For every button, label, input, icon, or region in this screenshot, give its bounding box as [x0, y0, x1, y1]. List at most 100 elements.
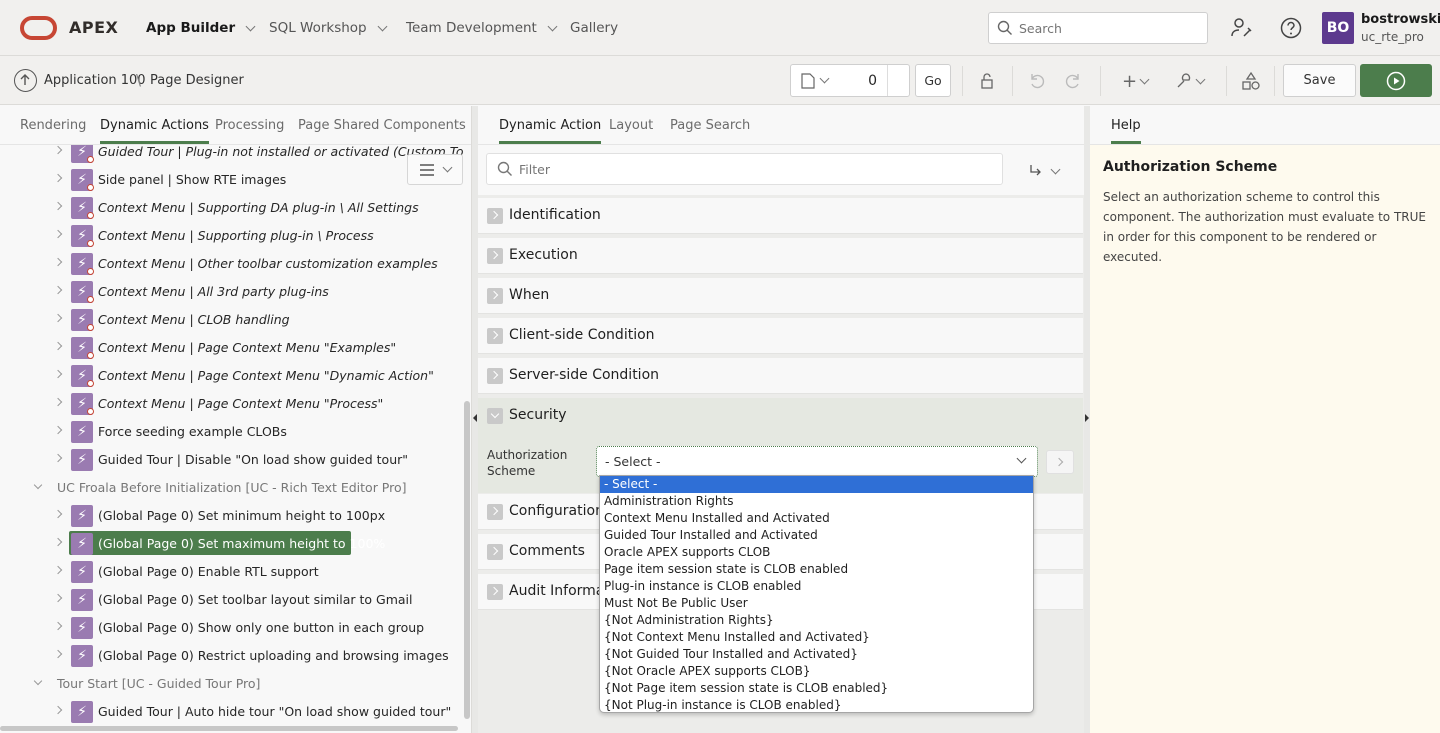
tab-dynamic-action[interactable]: Dynamic Action [499, 118, 602, 144]
authorization-scheme-select[interactable]: - Select - [596, 446, 1038, 477]
tree-item[interactable]: ⚡ (Global Page 0) Restrict uploading and … [0, 642, 464, 670]
section-client-side-condition[interactable]: Client-side Condition [478, 318, 1083, 354]
option-not-page-item-clob-enabled[interactable]: {Not Page item session state is CLOB ena… [600, 680, 1033, 697]
chevron-down-icon[interactable] [33, 480, 43, 490]
global-search[interactable] [988, 12, 1208, 44]
tree-item[interactable]: ⚡ (Global Page 0) Set toolbar layout simi… [0, 586, 464, 614]
option-page-item-clob-enabled[interactable]: Page item session state is CLOB enabled [600, 561, 1033, 578]
tree-item[interactable]: ⚡ (Global Page 0) Set minimum height to 1… [0, 502, 464, 530]
filter-field[interactable] [486, 153, 1003, 185]
tree-group[interactable]: Tour Start [UC - Guided Tour Pro] [0, 670, 464, 698]
utilities-menu-button[interactable] [1172, 68, 1206, 94]
chevron-right-icon[interactable] [53, 509, 63, 519]
option-not-administration-rights[interactable]: {Not Administration Rights} [600, 612, 1033, 629]
chevron-right-icon[interactable] [53, 705, 63, 715]
help-icon[interactable] [1279, 16, 1303, 40]
nav-app-builder[interactable]: App Builder [146, 20, 256, 36]
tree-item[interactable]: ⚡ Context Menu | Other toolbar customizat… [0, 250, 464, 278]
undo-icon[interactable] [1024, 68, 1050, 94]
chevron-right-icon[interactable] [53, 201, 63, 211]
option-plugin-clob-enabled[interactable]: Plug-in instance is CLOB enabled [600, 578, 1033, 595]
tab-processing[interactable]: Processing [215, 118, 284, 133]
arrow-up-icon[interactable] [14, 69, 37, 92]
option-select[interactable]: - Select - [600, 476, 1033, 493]
breadcrumb-application[interactable]: Application 100 [44, 73, 146, 88]
nav-sql-workshop[interactable]: SQL Workshop [269, 20, 388, 36]
tree-item[interactable]: ⚡ Force seeding example CLOBs [0, 418, 464, 446]
tree-item-selected[interactable]: ⚡ (Global Page 0) Set maximum height to 1… [0, 530, 464, 558]
option-not-context-menu-installed[interactable]: {Not Context Menu Installed and Activate… [600, 629, 1033, 646]
tab-dynamic-actions[interactable]: Dynamic Actions [100, 118, 209, 144]
chevron-right-icon[interactable] [53, 369, 63, 379]
tree-item[interactable]: ⚡ Context Menu | Supporting DA plug-in \ … [0, 194, 464, 222]
page-number-input[interactable]: 0 [868, 73, 877, 89]
chevron-right-icon[interactable] [53, 397, 63, 407]
option-guided-tour-installed[interactable]: Guided Tour Installed and Activated [600, 527, 1033, 544]
chevron-right-icon[interactable] [53, 285, 63, 295]
chevron-right-icon[interactable] [53, 621, 63, 631]
tab-help[interactable]: Help [1111, 118, 1141, 144]
oracle-logo-icon[interactable] [20, 16, 57, 40]
chevron-down-icon[interactable] [33, 676, 43, 686]
chevron-right-icon[interactable] [53, 453, 63, 463]
chevron-right-icon[interactable] [53, 341, 63, 351]
shared-components-icon[interactable] [1238, 68, 1264, 94]
run-page-button[interactable] [1360, 64, 1432, 97]
option-administration-rights[interactable]: Administration Rights [600, 493, 1033, 510]
section-identification[interactable]: Identification [478, 198, 1083, 234]
option-oracle-apex-supports-clob[interactable]: Oracle APEX supports CLOB [600, 544, 1033, 561]
chevron-right-icon[interactable] [53, 145, 63, 155]
chevron-right-icon[interactable] [53, 425, 63, 435]
tree-menu-button[interactable] [407, 154, 463, 185]
chevron-right-icon[interactable] [53, 593, 63, 603]
section-when[interactable]: When [478, 278, 1083, 314]
tab-rendering[interactable]: Rendering [20, 118, 86, 133]
option-not-oracle-apex-supports-clob[interactable]: {Not Oracle APEX supports CLOB} [600, 663, 1033, 680]
tree-item[interactable]: ⚡ Guided Tour | Disable "On load show gui… [0, 446, 464, 474]
go-to-group-button[interactable] [1028, 163, 1061, 179]
tree-item[interactable]: ⚡ Context Menu | CLOB handling [0, 306, 464, 334]
section-security[interactable]: Security [478, 398, 1083, 434]
tree-item[interactable]: ⚡ Context Menu | Supporting plug-in \ Pro… [0, 222, 464, 250]
tree-item[interactable]: ⚡ (Global Page 0) Enable RTL support [0, 558, 464, 586]
tree-group[interactable]: UC Froala Before Initialization [UC - Ri… [0, 474, 464, 502]
tree-item[interactable]: ⚡ Context Menu | All 3rd party plug-ins [0, 278, 464, 306]
chevron-right-icon[interactable] [53, 257, 63, 267]
chevron-right-icon[interactable] [53, 649, 63, 659]
save-button[interactable]: Save [1283, 64, 1356, 97]
chevron-right-icon[interactable] [53, 537, 63, 547]
option-not-guided-tour-installed[interactable]: {Not Guided Tour Installed and Activated… [600, 646, 1033, 663]
option-context-menu-installed[interactable]: Context Menu Installed and Activated [600, 510, 1033, 527]
chevron-right-icon[interactable] [53, 565, 63, 575]
page-number-stepper[interactable] [887, 65, 909, 96]
chevron-right-icon[interactable] [53, 313, 63, 323]
chevron-right-icon[interactable] [53, 229, 63, 239]
tree-item[interactable]: ⚡ Context Menu | Page Context Menu "Examp… [0, 334, 464, 362]
tree-item[interactable]: ⚡ (Global Page 0) Show only one button in… [0, 614, 464, 642]
lock-icon[interactable] [974, 68, 1000, 94]
go-to-authorization-scheme-button[interactable] [1046, 450, 1074, 474]
section-execution[interactable]: Execution [478, 238, 1083, 274]
brand-name[interactable]: APEX [69, 18, 118, 37]
tree-item[interactable]: ⚡ Context Menu | Page Context Menu "Proce… [0, 390, 464, 418]
collapse-left-icon[interactable] [473, 414, 477, 422]
option-not-plugin-clob-enabled[interactable]: {Not Plug-in instance is CLOB enabled} [600, 697, 1033, 712]
user-name[interactable]: bostrowski [1361, 12, 1440, 27]
filter-input[interactable] [519, 161, 919, 177]
create-menu-button[interactable]: + [1118, 68, 1152, 94]
nav-gallery[interactable]: Gallery [570, 20, 618, 36]
tree-item[interactable]: ⚡ Side panel | Show RTE images [0, 166, 464, 194]
nav-team-development[interactable]: Team Development [406, 20, 558, 36]
redo-icon[interactable] [1060, 68, 1086, 94]
tree-item[interactable]: ⚡ Guided Tour | Plug-in not installed or … [0, 145, 464, 166]
tree-item[interactable]: ⚡ Context Menu | Page Context Menu "Dynam… [0, 362, 464, 390]
tree-horizontal-scrollbar[interactable] [0, 726, 458, 731]
avatar[interactable]: BO [1322, 12, 1354, 44]
administration-icon[interactable] [1230, 16, 1254, 40]
tree-vertical-scrollbar[interactable] [464, 401, 470, 719]
tab-page-search[interactable]: Page Search [670, 118, 750, 133]
tree-item[interactable]: ⚡ Guided Tour | Auto hide tour "On load s… [0, 698, 464, 725]
go-button[interactable]: Go [915, 64, 951, 97]
collapse-right-icon[interactable] [1085, 414, 1089, 422]
option-must-not-be-public-user[interactable]: Must Not Be Public User [600, 595, 1033, 612]
